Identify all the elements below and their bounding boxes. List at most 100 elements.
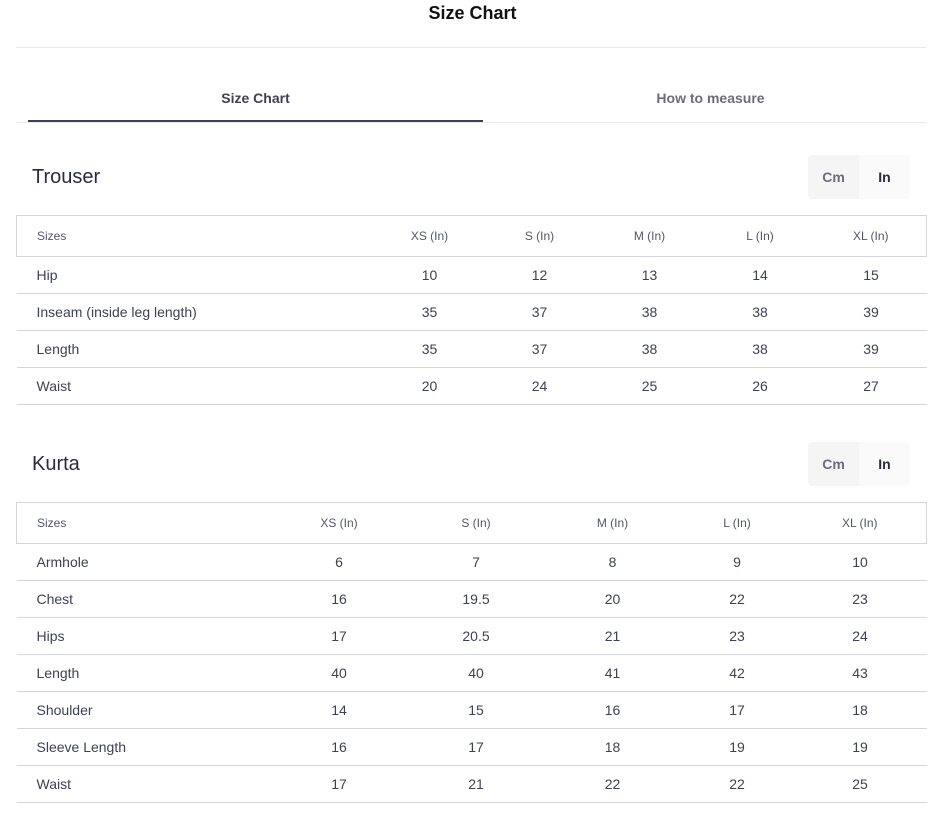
- table-row: Waist 20 24 25 26 27: [16, 367, 927, 405]
- column-header: S (In): [407, 502, 545, 544]
- table-cell: 21: [407, 765, 545, 803]
- column-header: M (In): [544, 502, 681, 544]
- measurement-label: Hip: [16, 256, 375, 294]
- table-cell: 19: [793, 728, 927, 766]
- column-header: M (In): [594, 215, 705, 257]
- measurement-label: Armhole: [16, 543, 271, 581]
- table-cell: 17: [270, 617, 408, 655]
- table-cell: 35: [374, 330, 485, 368]
- kurta-section-title: Kurta: [32, 453, 80, 475]
- measurement-label: Shoulder: [16, 691, 271, 729]
- table-cell: 10: [374, 256, 485, 294]
- table-cell: 24: [484, 367, 595, 405]
- trouser-unit-toggle: Cm In: [808, 155, 910, 199]
- measurement-label: Waist: [16, 367, 375, 405]
- table-cell: 23: [680, 617, 794, 655]
- tab-how-to-measure[interactable]: How to measure: [483, 78, 938, 122]
- title-divider: [16, 47, 926, 48]
- table-cell: 23: [793, 580, 927, 618]
- table-cell: 37: [484, 330, 595, 368]
- table-cell: 16: [270, 728, 408, 766]
- table-cell: 21: [544, 617, 681, 655]
- table-row: Armhole 6 7 8 9 10: [16, 543, 927, 581]
- trouser-section-title: Trouser: [32, 166, 101, 188]
- table-cell: 38: [704, 293, 816, 331]
- column-header: XL (In): [793, 502, 927, 544]
- column-header: Sizes: [16, 502, 271, 544]
- table-cell: 38: [594, 293, 705, 331]
- table-cell: 10: [793, 543, 927, 581]
- table-cell: 41: [544, 654, 681, 692]
- table-cell: 17: [407, 728, 545, 766]
- page-title: Size Chart: [428, 3, 517, 23]
- measurement-label: Chest: [16, 580, 271, 618]
- table-cell: 18: [793, 691, 927, 729]
- column-header: XS (In): [374, 215, 485, 257]
- tab-size-chart[interactable]: Size Chart: [28, 78, 483, 122]
- table-cell: 37: [484, 293, 595, 331]
- table-cell: 19: [680, 728, 794, 766]
- column-header: S (In): [484, 215, 595, 257]
- table-cell: 40: [270, 654, 408, 692]
- table-cell: 18: [544, 728, 681, 766]
- table-cell: 27: [815, 367, 927, 405]
- table-cell: 43: [793, 654, 927, 692]
- table-cell: 15: [815, 256, 927, 294]
- trouser-cm-button[interactable]: Cm: [808, 155, 859, 199]
- table-row: Waist 17 21 22 22 25: [16, 765, 927, 803]
- table-cell: 38: [594, 330, 705, 368]
- measurement-label: Hips: [16, 617, 271, 655]
- column-header: L (In): [680, 502, 794, 544]
- table-cell: 39: [815, 330, 927, 368]
- table-cell: 6: [270, 543, 408, 581]
- table-cell: 12: [484, 256, 595, 294]
- table-cell: 14: [704, 256, 816, 294]
- kurta-size-table: Sizes XS (In) S (In) M (In) L (In) XL (I…: [16, 502, 927, 803]
- table-row: Chest 16 19.5 20 22 23: [16, 580, 927, 618]
- column-header: XS (In): [270, 502, 408, 544]
- table-cell: 16: [544, 691, 681, 729]
- column-header: XL (In): [815, 215, 927, 257]
- table-cell: 9: [680, 543, 794, 581]
- column-header: Sizes: [16, 215, 375, 257]
- table-header-row: Sizes XS (In) S (In) M (In) L (In) XL (I…: [16, 215, 927, 257]
- measurement-label: Inseam (inside leg length): [16, 293, 375, 331]
- table-cell: 13: [594, 256, 705, 294]
- table-row: Sleeve Length 16 17 18 19 19: [16, 728, 927, 766]
- table-header-row: Sizes XS (In) S (In) M (In) L (In) XL (I…: [16, 502, 927, 544]
- tab-bar: Size Chart How to measure: [16, 78, 926, 123]
- table-cell: 24: [793, 617, 927, 655]
- table-cell: 8: [544, 543, 681, 581]
- measurement-label: Sleeve Length: [16, 728, 271, 766]
- trouser-size-table: Sizes XS (In) S (In) M (In) L (In) XL (I…: [16, 215, 927, 405]
- table-row: Length 35 37 38 38 39: [16, 330, 927, 368]
- table-cell: 42: [680, 654, 794, 692]
- table-cell: 16: [270, 580, 408, 618]
- table-cell: 26: [704, 367, 816, 405]
- table-cell: 40: [407, 654, 545, 692]
- table-cell: 22: [544, 765, 681, 803]
- table-cell: 25: [793, 765, 927, 803]
- table-cell: 22: [680, 580, 794, 618]
- table-cell: 20: [374, 367, 485, 405]
- table-cell: 17: [270, 765, 408, 803]
- measurement-label: Length: [16, 654, 271, 692]
- kurta-in-button[interactable]: In: [859, 442, 910, 486]
- table-cell: 7: [407, 543, 545, 581]
- table-cell: 35: [374, 293, 485, 331]
- kurta-unit-toggle: Cm In: [808, 442, 910, 486]
- table-cell: 38: [704, 330, 816, 368]
- table-cell: 25: [594, 367, 705, 405]
- trouser-in-button[interactable]: In: [859, 155, 910, 199]
- column-header: L (In): [704, 215, 816, 257]
- table-row: Length 40 40 41 42 43: [16, 654, 927, 692]
- table-row: Shoulder 14 15 16 17 18: [16, 691, 927, 729]
- table-row: Inseam (inside leg length) 35 37 38 38 3…: [16, 293, 927, 331]
- table-cell: 22: [680, 765, 794, 803]
- kurta-cm-button[interactable]: Cm: [808, 442, 859, 486]
- table-cell: 39: [815, 293, 927, 331]
- table-cell: 19.5: [407, 580, 545, 618]
- table-cell: 15: [407, 691, 545, 729]
- measurement-label: Waist: [16, 765, 271, 803]
- table-row: Hips 17 20.5 21 23 24: [16, 617, 927, 655]
